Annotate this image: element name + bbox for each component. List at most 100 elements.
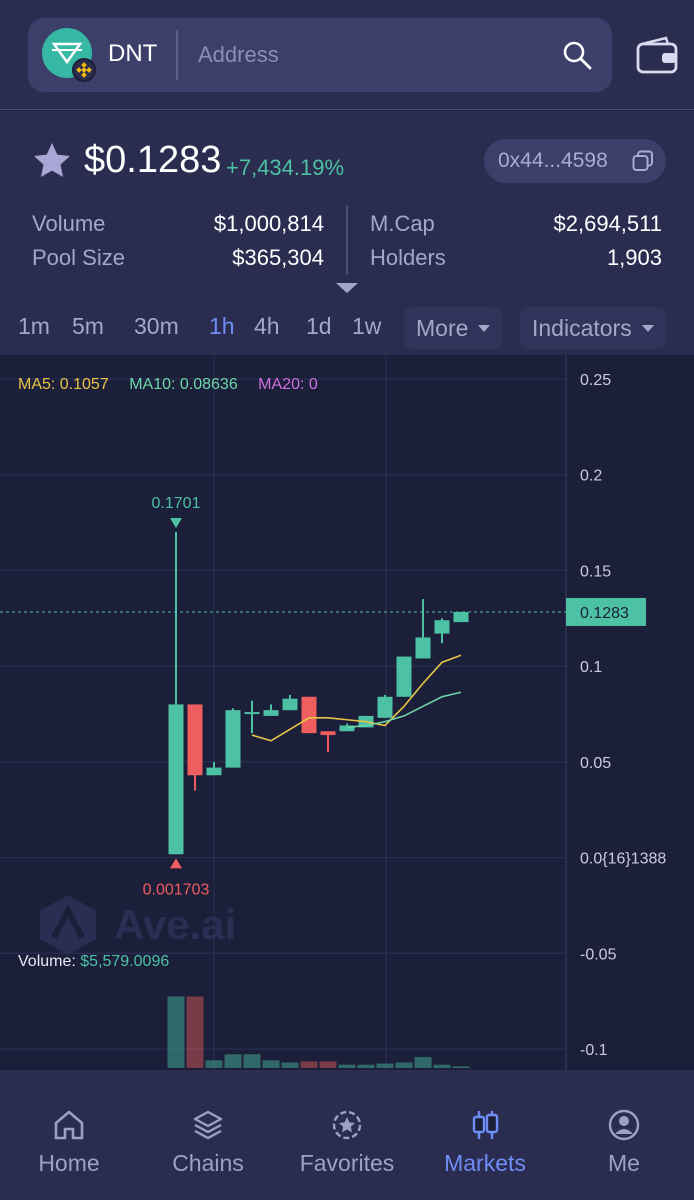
tf-30m[interactable]: 30m <box>134 313 179 340</box>
candle-body <box>206 767 222 776</box>
candle-body <box>187 704 203 776</box>
y-tick-label: -0.1 <box>580 1042 608 1059</box>
token-symbol: DNT <box>108 40 158 67</box>
volume-value: $1,000,814 <box>213 211 324 236</box>
holders-label: Holders <box>370 245 446 270</box>
pool-size-label: Pool Size <box>32 245 125 270</box>
nav-favorites-label: Favorites <box>299 1150 395 1176</box>
candles-icon <box>472 1111 499 1139</box>
tf-4h[interactable]: 4h <box>254 313 280 340</box>
token-info-panel: $0.1283 +7,434.19% 0x44...4598 Volume $1… <box>0 111 694 355</box>
volume-legend: Volume: $5,579.0096 <box>18 953 169 971</box>
nav-home-label: Home <box>38 1150 100 1176</box>
candle-body <box>434 620 450 634</box>
bottom-nav: Home Chains Favorites Markets Me <box>0 1070 694 1200</box>
y-tick-label: 0.0{16}1388 <box>580 851 666 868</box>
candle-body <box>225 710 241 768</box>
volume-label: Volume <box>32 211 106 236</box>
contract-address-pill[interactable]: 0x44...4598 <box>484 139 666 183</box>
volume-bar <box>205 1060 223 1068</box>
favorite-star-icon[interactable] <box>32 141 72 181</box>
more-label: More <box>416 314 469 341</box>
candle-body <box>168 704 184 855</box>
y-tick-label: 0.1 <box>580 659 602 676</box>
candle-body <box>453 611 469 623</box>
candle-body <box>415 637 431 659</box>
volume-bar <box>414 1057 432 1068</box>
tf-1h[interactable]: 1h <box>209 313 235 340</box>
high-price-label: 0.1701 <box>152 495 201 512</box>
profile-icon <box>608 1109 640 1141</box>
nav-home[interactable]: Home <box>0 1108 138 1177</box>
price-chart[interactable]: Ave.ai 0.25 0.2 0.15 0.1 0.05 0.0{16}1388 -0.0… <box>0 355 694 1070</box>
ma10-legend: MA10: 0.08636 <box>129 376 238 393</box>
y-tick-label: 0.2 <box>580 468 602 485</box>
nav-favorites[interactable]: Favorites <box>278 1108 416 1177</box>
volume-bar <box>357 1064 375 1068</box>
candle-body <box>263 710 279 716</box>
low-price-label: 0.001703 <box>143 881 210 898</box>
layers-icon <box>193 1110 223 1140</box>
token-price: $0.1283 <box>84 139 222 181</box>
nav-markets-label: Markets <box>444 1150 526 1176</box>
address-search-input[interactable] <box>198 32 538 78</box>
volume-legend-value: $5,579.0096 <box>80 953 170 970</box>
tf-1w[interactable]: 1w <box>352 313 381 340</box>
indicators-label: Indicators <box>532 314 632 341</box>
nav-chains[interactable]: Chains <box>139 1108 277 1177</box>
y-tick-label: 0.25 <box>580 372 611 389</box>
search-divider <box>176 30 178 80</box>
nav-markets[interactable]: Markets <box>416 1108 554 1177</box>
candle-body <box>282 698 298 711</box>
volume-bar <box>243 1054 261 1068</box>
ma-legend: MA5: 0.1057 MA10: 0.08636 MA20: 0 <box>18 376 334 394</box>
volume-bar <box>452 1066 470 1068</box>
chevron-down-icon <box>641 324 654 332</box>
indicators-dropdown[interactable]: Indicators <box>520 307 666 349</box>
candle-body <box>301 696 317 734</box>
y-tick-label: 0.05 <box>580 755 611 772</box>
candle-body <box>320 731 336 736</box>
holders-value: 1,903 <box>606 245 662 270</box>
tf-1d[interactable]: 1d <box>306 313 332 340</box>
high-arrow-icon <box>170 517 182 528</box>
candle-body <box>377 696 393 718</box>
tf-5m[interactable]: 5m <box>72 313 104 340</box>
stats-divider <box>346 205 348 275</box>
volume-bar <box>395 1062 413 1068</box>
y-tick-label: -0.05 <box>580 946 617 963</box>
home-icon <box>54 1110 84 1140</box>
candle-body <box>244 712 260 715</box>
price-change: +7,434.19% <box>226 155 345 180</box>
timeframe-bar: 1m 5m 30m 1h 4h 1d 1w More Indicators <box>0 307 694 355</box>
nav-chains-label: Chains <box>172 1150 244 1176</box>
low-arrow-icon <box>170 858 182 869</box>
candle-body <box>396 656 412 697</box>
volume-bar <box>262 1060 280 1068</box>
volume-bar <box>281 1062 299 1068</box>
mcap-label: M.Cap <box>370 211 435 236</box>
copy-icon[interactable] <box>632 150 654 172</box>
volume-bar <box>433 1064 451 1068</box>
volume-bar <box>186 996 204 1068</box>
star-badge-icon <box>332 1110 362 1140</box>
volume-legend-label: Volume: <box>18 953 81 970</box>
search-icon[interactable] <box>562 40 592 70</box>
y-tick-label: 0.15 <box>580 563 611 580</box>
wallet-icon[interactable] <box>636 36 678 74</box>
ma5-legend: MA5: 0.1057 <box>18 376 109 393</box>
mcap-value: $2,694,511 <box>553 211 662 236</box>
volume-bar <box>224 1054 242 1068</box>
nav-me[interactable]: Me <box>555 1108 693 1177</box>
token-search-box[interactable]: DNT <box>28 18 612 92</box>
volume-bar <box>376 1063 394 1068</box>
tf-1m[interactable]: 1m <box>18 313 50 340</box>
volume-bar <box>319 1061 337 1068</box>
collapse-arrow-icon[interactable] <box>336 283 358 293</box>
contract-address: 0x44...4598 <box>498 149 608 172</box>
ma5-line <box>251 654 462 742</box>
volume-bar <box>338 1064 356 1068</box>
more-dropdown[interactable]: More <box>404 307 503 349</box>
volume-bar <box>300 1061 318 1068</box>
pool-size-value: $365,304 <box>232 245 324 270</box>
